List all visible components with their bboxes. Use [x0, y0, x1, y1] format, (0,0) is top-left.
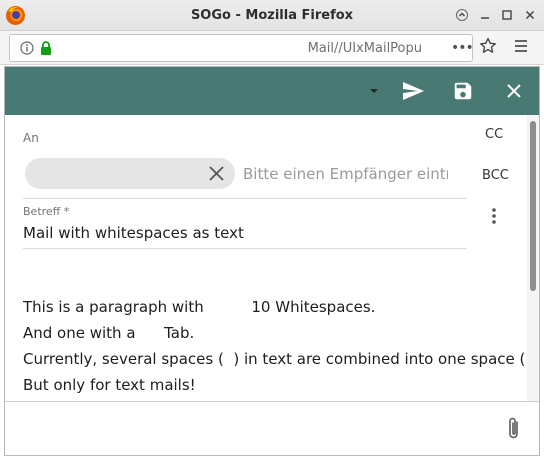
cc-button[interactable]: CC [485, 127, 503, 142]
window-close-button[interactable] [521, 6, 539, 24]
body-line: But only for text mails! [23, 376, 196, 394]
compose-toolbar [5, 67, 539, 115]
caret-down-icon [370, 89, 378, 93]
divider [23, 198, 467, 199]
minimize-icon [481, 17, 489, 19]
scrollbar-thumb[interactable] [530, 121, 536, 291]
message-body[interactable]: This is a paragraph with 10 Whitespaces.… [23, 294, 540, 398]
more-options-dropdown[interactable] [362, 79, 386, 103]
star-icon[interactable] [479, 37, 497, 55]
close-icon [525, 10, 535, 20]
window-minimize-button[interactable] [476, 6, 494, 24]
close-icon [507, 84, 521, 98]
maximize-icon [502, 10, 512, 20]
url-text: Mail//UIxMailPopu [307, 41, 422, 56]
url-bar[interactable]: Mail//UIxMailPopu ••• [9, 34, 474, 62]
subject-field[interactable]: Mail with whitespaces as text [23, 224, 244, 242]
window-maximize-button[interactable] [498, 6, 516, 24]
compose-footer [5, 401, 539, 455]
chevron-up-icon [456, 9, 468, 21]
compose-window: An CC BCC Betreff * Mail with whitespace… [4, 66, 540, 456]
send-button[interactable] [401, 79, 425, 103]
window-titlebar: SOGo - Mozilla Firefox [0, 0, 544, 31]
info-icon[interactable] [20, 41, 34, 55]
remove-recipient-icon[interactable] [208, 165, 225, 182]
save-button[interactable] [451, 79, 475, 103]
paperclip-icon[interactable] [505, 415, 523, 441]
hamburger-menu-icon[interactable] [513, 38, 529, 54]
send-icon [403, 82, 424, 100]
recipient-input[interactable] [243, 163, 448, 185]
body-line: Currently, several spaces ( ) in text ar… [23, 350, 540, 368]
window-scroll-up-button[interactable] [453, 6, 471, 24]
subject-label: Betreff * [23, 205, 70, 218]
divider [23, 248, 467, 249]
body-line: This is a paragraph with 10 Whitespaces. [23, 298, 376, 316]
page-actions-icon[interactable]: ••• [451, 41, 474, 55]
save-icon [454, 82, 472, 100]
browser-navbar: Mail//UIxMailPopu ••• [0, 31, 544, 65]
to-label: An [23, 131, 39, 145]
lock-icon[interactable] [39, 40, 53, 56]
close-compose-button[interactable] [502, 79, 526, 103]
vertical-scrollbar[interactable] [527, 115, 539, 401]
bcc-button[interactable]: BCC [482, 168, 509, 183]
recipient-chip[interactable] [25, 158, 235, 189]
body-line: And one with a Tab. [23, 324, 195, 342]
more-vertical-icon[interactable] [491, 207, 497, 225]
